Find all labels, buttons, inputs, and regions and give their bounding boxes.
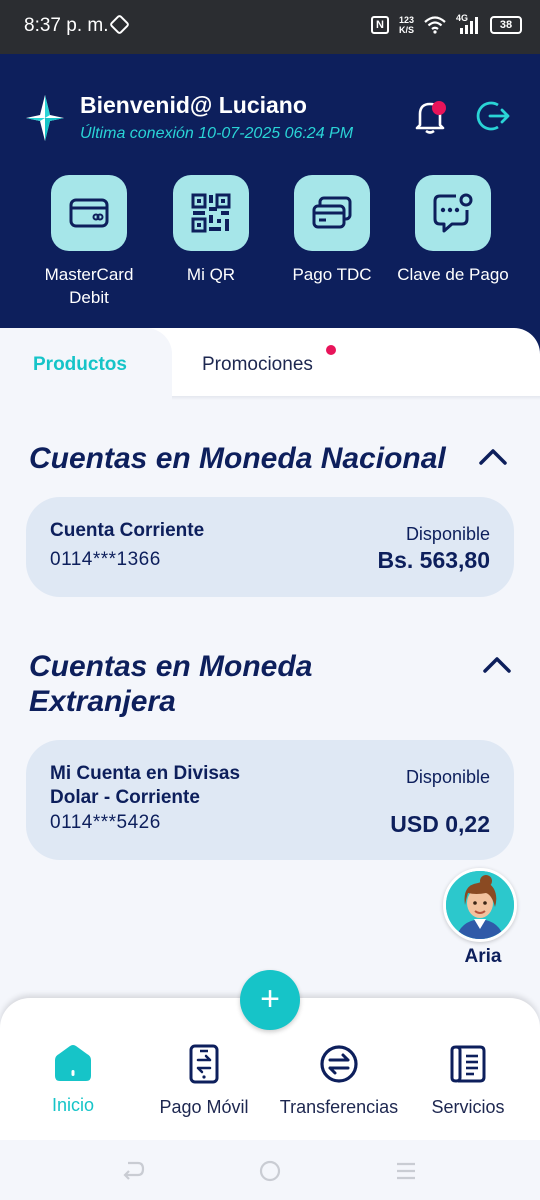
- assistant-avatar[interactable]: [443, 868, 517, 942]
- quick-action-button[interactable]: [51, 175, 127, 251]
- promociones-badge: [326, 345, 336, 355]
- battery-icon: 38: [490, 16, 522, 34]
- system-navigation-bar: [0, 1140, 540, 1200]
- chat-key-icon: [433, 193, 473, 233]
- network-speed-value: 123: [398, 15, 414, 25]
- account-balance: USD 0,22: [390, 811, 490, 837]
- available-label: Disponible: [405, 524, 490, 544]
- account-name-line: Mi Cuenta en Divisas: [50, 763, 241, 784]
- account-number: 0114***1366: [50, 549, 161, 570]
- nav-label: Transferencias: [279, 1097, 399, 1117]
- network-speed-unit: K/S: [398, 25, 414, 35]
- home-icon: [55, 1045, 91, 1081]
- quick-action-mastercard[interactable]: MasterCard Debit: [29, 175, 149, 309]
- section-title-nacional: Cuentas en Moneda Nacional: [29, 442, 446, 475]
- section-title-extranjera: Cuentas en Moneda Extranjera: [29, 649, 312, 719]
- quick-action-label: Mi QR: [186, 265, 236, 284]
- welcome-message: Bienvenid@ Luciano: [80, 92, 307, 118]
- tab-divider: [172, 396, 540, 400]
- status-icons: N 123 K/S 4G 38: [370, 13, 522, 35]
- account-name-line: Dolar - Corriente: [50, 787, 200, 808]
- recents-menu-icon[interactable]: [395, 1162, 417, 1180]
- mobile-payment-icon: [189, 1044, 219, 1084]
- quick-action-button[interactable]: [294, 175, 370, 251]
- bank-logo-icon: [26, 95, 64, 141]
- assistant-name: Aria: [464, 946, 502, 967]
- logout-icon[interactable]: [476, 99, 512, 133]
- network-speed: 123 K/S: [399, 15, 414, 35]
- back-icon[interactable]: [122, 1160, 146, 1182]
- account-balance: Bs. 563,80: [377, 547, 490, 573]
- quick-action-mi-qr[interactable]: Mi QR: [151, 175, 271, 286]
- product-tabs: Productos Promociones: [0, 328, 540, 400]
- status-bar: 8:37 p. m. N 123 K/S 4G 38: [0, 0, 540, 54]
- wifi-icon: [424, 16, 446, 34]
- tab-productos[interactable]: Productos: [0, 328, 172, 400]
- status-time: 8:37 p. m.: [24, 15, 109, 36]
- cards-icon: [312, 196, 352, 229]
- section-title-line: Cuentas en Moneda: [29, 650, 313, 683]
- nav-label: Pago Móvil: [159, 1097, 249, 1117]
- tab-promociones[interactable]: Promociones: [202, 354, 313, 376]
- chevron-up-icon[interactable]: [478, 446, 508, 466]
- assistant-face-icon: [446, 871, 514, 939]
- nav-item-transferencias[interactable]: Transferencias: [273, 1044, 405, 1118]
- quick-action-pago-tdc[interactable]: Pago TDC: [272, 175, 392, 286]
- available-label: Disponible: [405, 767, 490, 787]
- nav-item-inicio[interactable]: Inicio: [38, 1044, 108, 1116]
- quick-action-label: MasterCard Debit: [44, 265, 134, 307]
- app-notification-icon: [108, 13, 131, 36]
- nfc-icon: N: [370, 16, 389, 34]
- transfer-icon: [320, 1045, 358, 1083]
- card-icon: [69, 198, 109, 228]
- nav-item-servicios[interactable]: Servicios: [425, 1044, 511, 1118]
- nav-label: Servicios: [431, 1097, 505, 1117]
- scroll-document-icon: [450, 1045, 486, 1083]
- account-name: Mi Cuenta en Divisas Dolar - Corriente: [50, 762, 240, 810]
- add-button[interactable]: +: [240, 970, 300, 1030]
- quick-action-button[interactable]: [415, 175, 491, 251]
- quick-action-label: Clave de Pago: [397, 265, 509, 284]
- account-card-corriente[interactable]: Cuenta Corriente 0114***1366 Disponible …: [26, 497, 514, 597]
- account-card-divisas[interactable]: Mi Cuenta en Divisas Dolar - Corriente 0…: [26, 740, 514, 860]
- tab-productos-label: Productos: [33, 354, 127, 375]
- nav-item-pago-movil[interactable]: Pago Móvil: [154, 1044, 254, 1118]
- account-number: 0114***5426: [50, 812, 161, 833]
- quick-action-button[interactable]: [173, 175, 249, 251]
- account-name: Cuenta Corriente: [50, 520, 205, 541]
- home-nav-icon[interactable]: [259, 1160, 281, 1182]
- last-login: Última conexión 10-07-2025 06:24 PM: [80, 125, 354, 142]
- qr-icon: [191, 193, 231, 233]
- nav-label: Inicio: [51, 1095, 95, 1115]
- quick-action-clave-de-pago[interactable]: Clave de Pago: [393, 175, 513, 286]
- section-title-line: Extranjera: [29, 685, 176, 718]
- chevron-up-icon[interactable]: [482, 654, 512, 674]
- quick-action-label: Pago TDC: [292, 265, 372, 284]
- notification-badge: [432, 101, 446, 115]
- signal-icon: 4G: [456, 13, 480, 34]
